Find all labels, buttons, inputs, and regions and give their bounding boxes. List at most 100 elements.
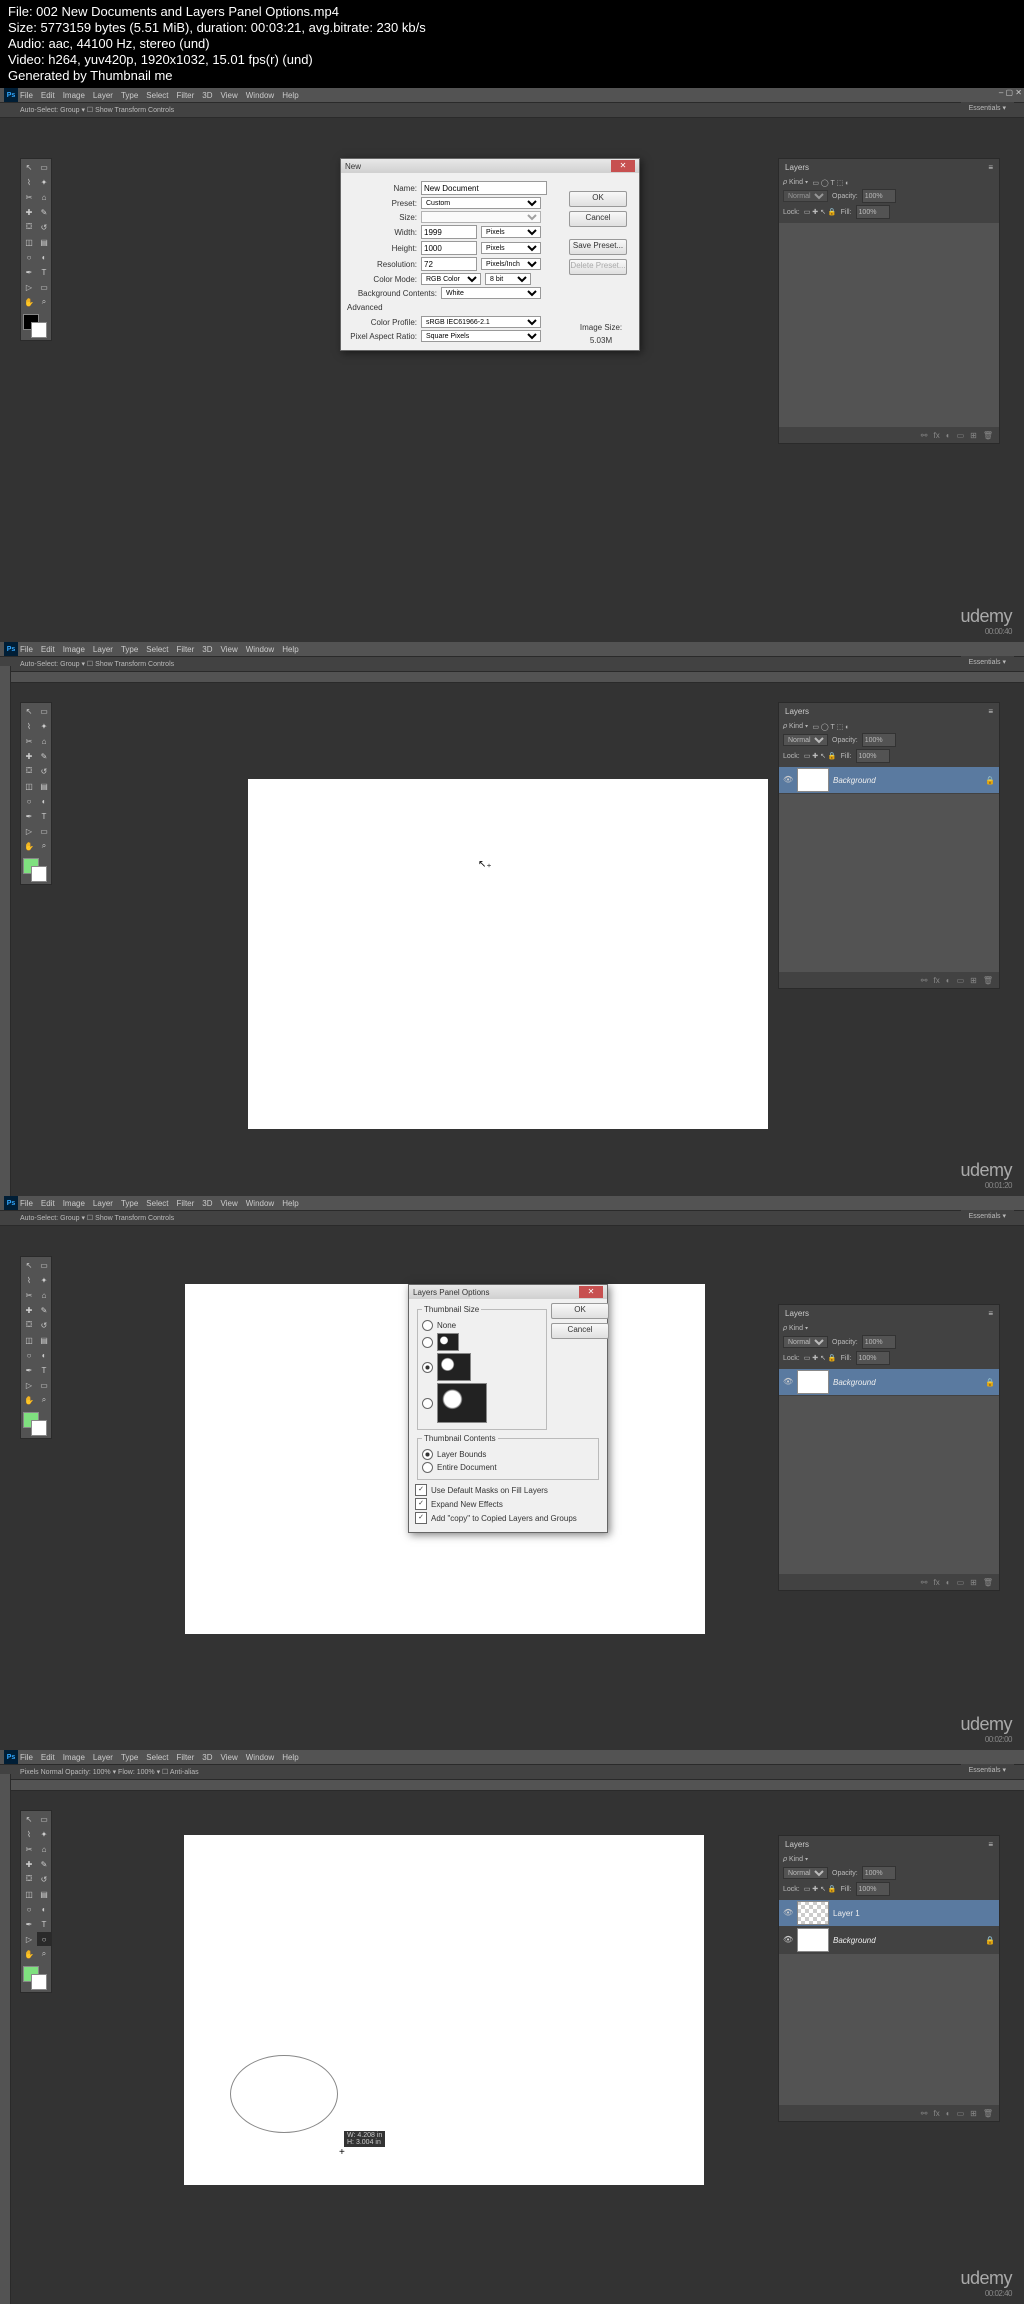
- menu-select[interactable]: Select: [146, 91, 168, 100]
- move-tool[interactable]: ↖: [22, 704, 36, 718]
- background-swatch[interactable]: [31, 322, 47, 338]
- layer-background[interactable]: 👁 Background 🔒: [779, 767, 999, 794]
- ok-button[interactable]: OK: [551, 1303, 609, 1319]
- marquee-tool[interactable]: ▭: [37, 704, 51, 718]
- par-select[interactable]: Square Pixels: [421, 330, 541, 342]
- close-button[interactable]: ✕: [611, 160, 635, 172]
- stamp-tool[interactable]: ⛋: [22, 220, 36, 234]
- ok-button[interactable]: OK: [569, 191, 627, 207]
- cancel-button[interactable]: Cancel: [569, 211, 627, 227]
- mask-icon[interactable]: ◐: [946, 431, 951, 440]
- history-brush-tool[interactable]: ↺: [37, 220, 51, 234]
- crop-tool[interactable]: ✂: [22, 734, 36, 748]
- menu-filter[interactable]: Filter: [177, 91, 195, 100]
- fx-icon[interactable]: fx: [934, 976, 940, 985]
- height-input[interactable]: [421, 241, 477, 255]
- entire-doc-radio[interactable]: [422, 1462, 433, 1473]
- group-icon[interactable]: ▭: [957, 431, 965, 440]
- thumb-medium-radio[interactable]: [422, 1362, 433, 1373]
- panel-menu-icon[interactable]: ≡: [988, 163, 993, 172]
- menu-type[interactable]: Type: [121, 91, 138, 100]
- main-menubar[interactable]: FileEditImageLayerTypeSelectFilter3DView…: [0, 1196, 1024, 1210]
- workspace-switcher[interactable]: Essentials ▾: [961, 102, 1014, 114]
- main-menubar[interactable]: FileEditImageLayerTypeSelectFilter3DView…: [0, 642, 1024, 656]
- name-input[interactable]: [421, 181, 547, 195]
- gradient-tool[interactable]: ▤: [37, 779, 51, 793]
- color-mode-select[interactable]: RGB Color: [421, 273, 481, 285]
- panel-menu-icon[interactable]: ≡: [988, 1840, 993, 1849]
- blend-mode-select[interactable]: Normal: [783, 190, 828, 202]
- pen-tool[interactable]: ✒: [22, 265, 36, 279]
- menu-image[interactable]: Image: [63, 645, 85, 654]
- resolution-units[interactable]: Pixels/Inch: [481, 258, 541, 270]
- shape-tool[interactable]: ▭: [37, 280, 51, 294]
- delete-icon[interactable]: 🗑: [983, 976, 993, 985]
- eraser-tool[interactable]: ◫: [22, 235, 36, 249]
- pen-tool[interactable]: ✒: [22, 809, 36, 823]
- default-masks-check[interactable]: ✓: [415, 1484, 427, 1496]
- menu-filter[interactable]: Filter: [177, 645, 195, 654]
- menu-3d[interactable]: 3D: [202, 645, 212, 654]
- shape-tool[interactable]: ▭: [37, 824, 51, 838]
- opacity-input[interactable]: [862, 189, 896, 203]
- layer-background[interactable]: 👁 Background 🔒: [779, 1927, 999, 1954]
- color-swatches[interactable]: [21, 310, 51, 340]
- options-bar[interactable]: Auto-Select: Group ▾ ☐ Show Transform Co…: [0, 1210, 1024, 1226]
- path-tool[interactable]: ▷: [22, 280, 36, 294]
- options-bar[interactable]: Auto-Select: Group ▾ ☐ Show Transform Co…: [0, 656, 1024, 672]
- history-brush-tool[interactable]: ↺: [37, 764, 51, 778]
- hand-tool[interactable]: ✋: [22, 839, 36, 853]
- ellipse-tool[interactable]: ○: [37, 1932, 51, 1946]
- hand-tool[interactable]: ✋: [22, 295, 36, 309]
- background-swatch[interactable]: [31, 866, 47, 882]
- menu-edit[interactable]: Edit: [41, 91, 55, 100]
- menu-3d[interactable]: 3D: [202, 91, 212, 100]
- main-menubar[interactable]: File Edit Image Layer Type Select Filter…: [0, 88, 1024, 102]
- layer-background[interactable]: 👁 Background 🔒: [779, 1369, 999, 1396]
- window-controls[interactable]: – ▢ ✕: [999, 88, 1022, 97]
- panel-menu-icon[interactable]: ≡: [988, 1309, 993, 1318]
- workspace-switcher[interactable]: Essentials ▾: [961, 656, 1014, 668]
- blur-tool[interactable]: ○: [22, 794, 36, 808]
- fx-icon[interactable]: fx: [934, 431, 940, 440]
- menu-type[interactable]: Type: [121, 645, 138, 654]
- thumb-large-radio[interactable]: [422, 1398, 433, 1409]
- menu-select[interactable]: Select: [146, 645, 168, 654]
- background-swatch[interactable]: [31, 1974, 47, 1990]
- heal-tool[interactable]: ✚: [22, 749, 36, 763]
- cancel-button[interactable]: Cancel: [551, 1323, 609, 1339]
- menu-layer[interactable]: Layer: [93, 645, 113, 654]
- blend-mode-select[interactable]: Normal: [783, 734, 828, 746]
- heal-tool[interactable]: ✚: [22, 205, 36, 219]
- new-layer-icon[interactable]: ⊞: [970, 976, 977, 985]
- document-canvas[interactable]: W: 4.208 inH: 3.004 in +: [184, 1835, 704, 2185]
- menu-window[interactable]: Window: [246, 91, 274, 100]
- thumb-none-radio[interactable]: [422, 1320, 433, 1331]
- marquee-tool[interactable]: ▭: [37, 160, 51, 174]
- opacity-input[interactable]: [862, 733, 896, 747]
- eyedropper-tool[interactable]: ⌂: [37, 734, 51, 748]
- expand-effects-check[interactable]: ✓: [415, 1498, 427, 1510]
- blur-tool[interactable]: ○: [22, 250, 36, 264]
- eyedropper-tool[interactable]: ⌂: [37, 190, 51, 204]
- resolution-input[interactable]: [421, 257, 477, 271]
- layers-tab[interactable]: Layers: [785, 163, 809, 172]
- path-tool[interactable]: ▷: [22, 824, 36, 838]
- lasso-tool[interactable]: ⌇: [22, 719, 36, 733]
- menu-view[interactable]: View: [221, 91, 238, 100]
- mask-icon[interactable]: ◐: [946, 976, 951, 985]
- type-tool[interactable]: T: [37, 265, 51, 279]
- type-tool[interactable]: T: [37, 809, 51, 823]
- menu-file[interactable]: File: [20, 91, 33, 100]
- lasso-tool[interactable]: ⌇: [22, 175, 36, 189]
- crop-tool[interactable]: ✂: [22, 190, 36, 204]
- layer-bounds-radio[interactable]: [422, 1449, 433, 1460]
- stamp-tool[interactable]: ⛋: [22, 764, 36, 778]
- menu-view[interactable]: View: [221, 645, 238, 654]
- wand-tool[interactable]: ✦: [37, 175, 51, 189]
- preset-select[interactable]: Custom: [421, 197, 541, 209]
- panel-menu-icon[interactable]: ≡: [988, 707, 993, 716]
- menu-image[interactable]: Image: [63, 91, 85, 100]
- workspace-switcher[interactable]: Essentials ▾: [961, 1210, 1014, 1222]
- layer-thumbnail[interactable]: [797, 768, 829, 792]
